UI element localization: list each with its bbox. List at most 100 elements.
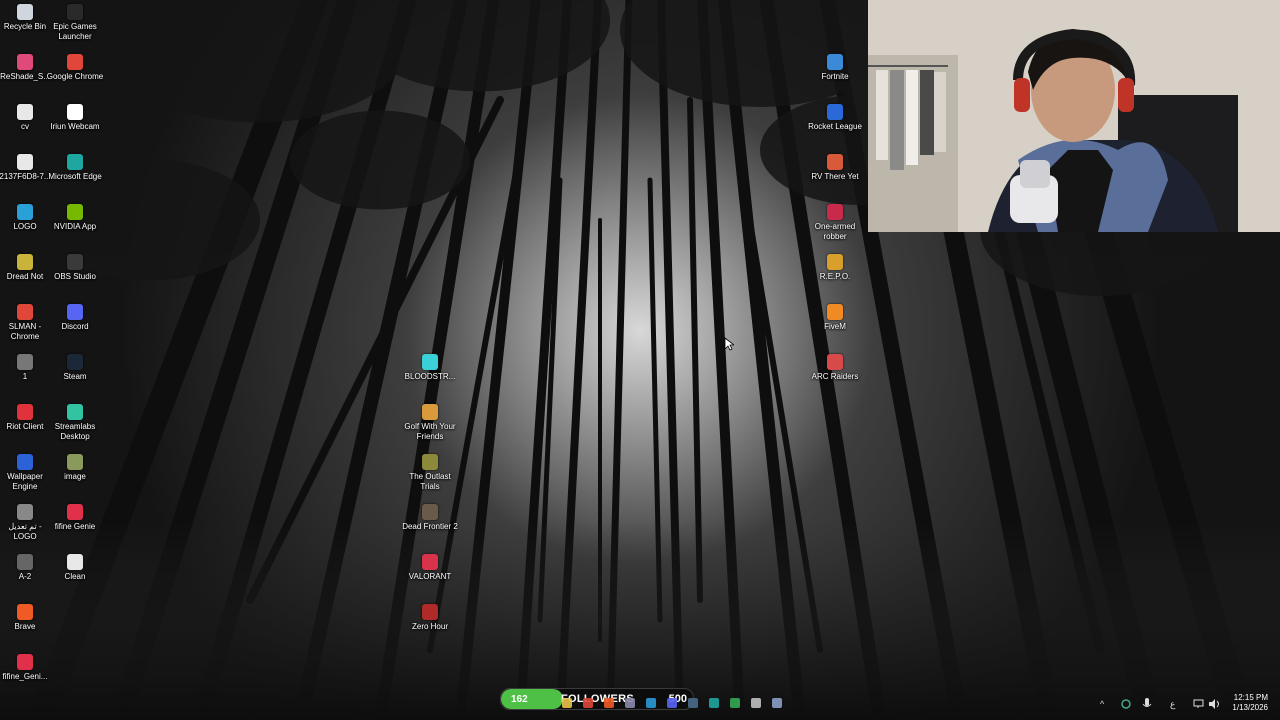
taskbar-brave-icon[interactable] <box>604 698 614 708</box>
desktop-icon-fifine-geni[interactable]: fifine_Geni... <box>0 654 51 682</box>
desktop-icon-valorant[interactable]: VALORANT <box>404 554 456 582</box>
shortcut-icon <box>17 504 33 520</box>
desktop-icon-reshade-s[interactable]: ReShade_S... <box>0 54 51 82</box>
fivem-icon <box>827 304 843 320</box>
desktop-icon-fortnite[interactable]: Fortnite <box>809 54 861 82</box>
desktop-icon-google-chrome[interactable]: Google Chrome <box>46 54 104 82</box>
desktop-icon-label: Discord <box>61 322 89 331</box>
repo-icon <box>827 254 843 270</box>
desktop-icon-dead-frontier-2[interactable]: Dead Frontier 2 <box>402 504 458 532</box>
desktop-icon-bloodstr[interactable]: BLOODSTR... <box>404 354 456 382</box>
clock-date: 1/13/2026 <box>1232 703 1268 712</box>
taskbar-terminal-icon[interactable] <box>646 698 656 708</box>
taskbar-edge-icon[interactable] <box>709 698 719 708</box>
webcam-overlay <box>868 0 1280 232</box>
desktop-icon-streamlabs-desktop[interactable]: Streamlabs Desktop <box>49 404 101 442</box>
riot-client-icon <box>17 404 33 420</box>
desktop-icon-label: Microsoft Edge <box>48 172 102 181</box>
network-icon[interactable] <box>1193 699 1205 709</box>
desktop-icon-label: Epic Games Launcher <box>53 22 97 41</box>
desktop-icon-label: image <box>64 472 86 481</box>
desktop-icon-brave[interactable]: Brave <box>0 604 51 632</box>
fortnite-icon <box>827 54 843 70</box>
desktop-icon-logo[interactable]: LOGO <box>0 204 51 232</box>
reshade-icon <box>17 54 33 70</box>
desktop-icon-2137f6d8-7[interactable]: 2137F6D8-7... <box>0 154 51 182</box>
taskbar-file-explorer-icon[interactable] <box>562 698 572 708</box>
epic-games-icon <box>67 4 83 20</box>
desktop-icon-fifine-genie[interactable]: fifine Genie <box>49 504 101 532</box>
desktop-icon-label: One-armed robber <box>814 222 856 241</box>
desktop-icon-1[interactable]: 1 <box>0 354 51 382</box>
desktop-icon-microsoft-edge[interactable]: Microsoft Edge <box>48 154 102 182</box>
desktop-icon-dread-not[interactable]: Dread Not <box>0 254 51 282</box>
one-armed-robber-icon <box>827 204 843 220</box>
desktop-icon-rocket-league[interactable]: Rocket League <box>808 104 862 132</box>
microphone-icon[interactable] <box>1142 697 1152 711</box>
desktop-icon-riot-client[interactable]: Riot Client <box>0 404 51 432</box>
desktop-icon-label: Dead Frontier 2 <box>402 522 458 531</box>
follower-goal-widget: 162 FOLLOWERS 500 <box>500 688 694 710</box>
desktop-icon-label: Steam <box>63 372 87 381</box>
steam-icon <box>67 354 83 370</box>
desktop-icon-label: Google Chrome <box>46 72 104 81</box>
rv-icon <box>827 154 843 170</box>
desktop-icon-label: Iriun Webcam <box>50 122 100 131</box>
desktop-icon-label: BLOODSTR... <box>404 372 456 381</box>
file-icon <box>67 554 83 570</box>
streamlabs-icon <box>67 404 83 420</box>
taskbar-chrome-icon[interactable] <box>583 698 593 708</box>
taskbar-obs-icon[interactable] <box>625 698 635 708</box>
input-language-indicator[interactable]: ع <box>1170 699 1175 710</box>
desktop-icon-clean[interactable]: Clean <box>49 554 101 582</box>
desktop-icon-discord[interactable]: Discord <box>49 304 101 332</box>
desktop-icon-label: The Outlast Trials <box>409 472 451 491</box>
taskbar-discord-icon[interactable] <box>667 698 677 708</box>
desktop-icon-a-2[interactable]: A-2 <box>0 554 51 582</box>
desktop-icon-wallpaper-engine[interactable]: Wallpaper Engine <box>0 454 51 492</box>
tray-overflow-chevron-icon[interactable]: ^ <box>1100 699 1104 709</box>
file-icon <box>17 154 33 170</box>
desktop-icon-cv[interactable]: cv <box>0 104 51 132</box>
desktop-icon-obs-studio[interactable]: OBS Studio <box>49 254 101 282</box>
edge-icon <box>67 154 83 170</box>
desktop-icon-label: ARC Raiders <box>811 372 859 381</box>
desktop-icon-nvidia-app[interactable]: NVIDIA App <box>49 204 101 232</box>
desktop-icon-label: OBS Studio <box>54 272 96 281</box>
dread-not-icon <box>17 254 33 270</box>
desktop-icon-recycle-bin[interactable]: Recycle Bin <box>0 4 51 32</box>
desktop-icon-label: Clean <box>64 572 86 581</box>
recycle-bin-icon <box>17 4 33 20</box>
desktop-icon-image[interactable]: image <box>49 454 101 482</box>
desktop-icon-zero-hour[interactable]: Zero Hour <box>404 604 456 632</box>
desktop-icon-steam[interactable]: Steam <box>49 354 101 382</box>
desktop-icon-rv-there-yet[interactable]: RV There Yet <box>809 154 861 182</box>
desktop-icon-logo[interactable]: تم تعديل - LOGO <box>0 504 51 542</box>
desktop-icon-fivem[interactable]: FiveM <box>809 304 861 332</box>
golf-icon <box>422 404 438 420</box>
desktop-icon-one-armed-robber[interactable]: One-armed robber <box>809 204 861 242</box>
chrome-icon <box>67 54 83 70</box>
taskbar-steam-icon[interactable] <box>688 698 698 708</box>
desktop-icon-arc-raiders[interactable]: ARC Raiders <box>809 354 861 382</box>
file-icon <box>17 554 33 570</box>
desktop-icon-slman-chrome[interactable]: SLMAN - Chrome <box>0 304 51 342</box>
fifine-icon <box>17 654 33 670</box>
desktop-icon-r-e-p-o[interactable]: R.E.P.O. <box>809 254 861 282</box>
system-clock[interactable]: 12:15 PM 1/13/2026 <box>1232 693 1268 713</box>
volume-icon[interactable] <box>1208 698 1222 710</box>
desktop-icon-golf-with-your-friends[interactable]: Golf With Your Friends <box>404 404 456 442</box>
desktop-icon-epic-games-launcher[interactable]: Epic Games Launcher <box>49 4 101 42</box>
wallpaper-engine-icon <box>17 454 33 470</box>
taskbar-settings-icon[interactable] <box>772 698 782 708</box>
tray-security-icon[interactable] <box>1120 698 1132 710</box>
follower-count: 162 <box>511 693 528 705</box>
desktop-icon-label: Fortnite <box>821 72 849 81</box>
taskbar-app-icon[interactable] <box>751 698 761 708</box>
outlast-icon <box>422 454 438 470</box>
taskbar-chrome-icon[interactable] <box>730 698 740 708</box>
shortcut-icon <box>17 204 33 220</box>
desktop-icon-the-outlast-trials[interactable]: The Outlast Trials <box>404 454 456 492</box>
desktop-icon-label: Golf With Your Friends <box>404 422 456 441</box>
desktop-icon-iriun-webcam[interactable]: Iriun Webcam <box>49 104 101 132</box>
